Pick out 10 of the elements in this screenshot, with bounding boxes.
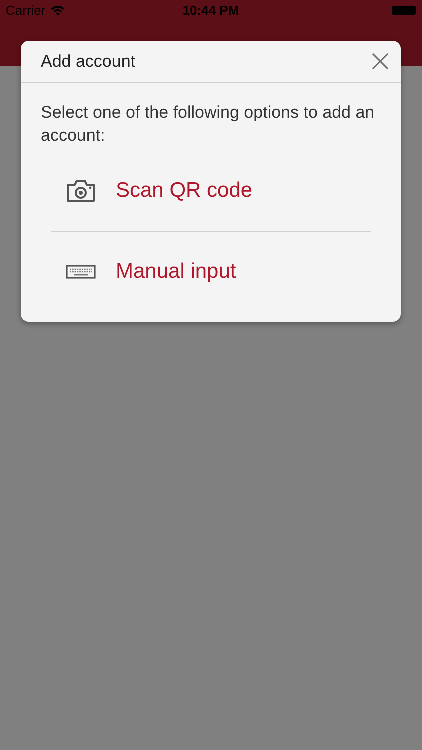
carrier-label: Carrier — [6, 2, 46, 18]
option-row[interactable]: Manual input — [41, 232, 381, 312]
option-row[interactable]: Scan QR code — [41, 151, 381, 231]
wifi-icon — [50, 4, 65, 16]
dialog-title: Add account — [41, 52, 136, 72]
dialog-message: Select one of the following options to add an account: — [41, 102, 376, 147]
close-icon[interactable] — [372, 53, 389, 70]
camera-icon — [66, 179, 96, 203]
battery-icon — [392, 6, 416, 14]
status-time: 10:44 PM — [182, 2, 240, 18]
